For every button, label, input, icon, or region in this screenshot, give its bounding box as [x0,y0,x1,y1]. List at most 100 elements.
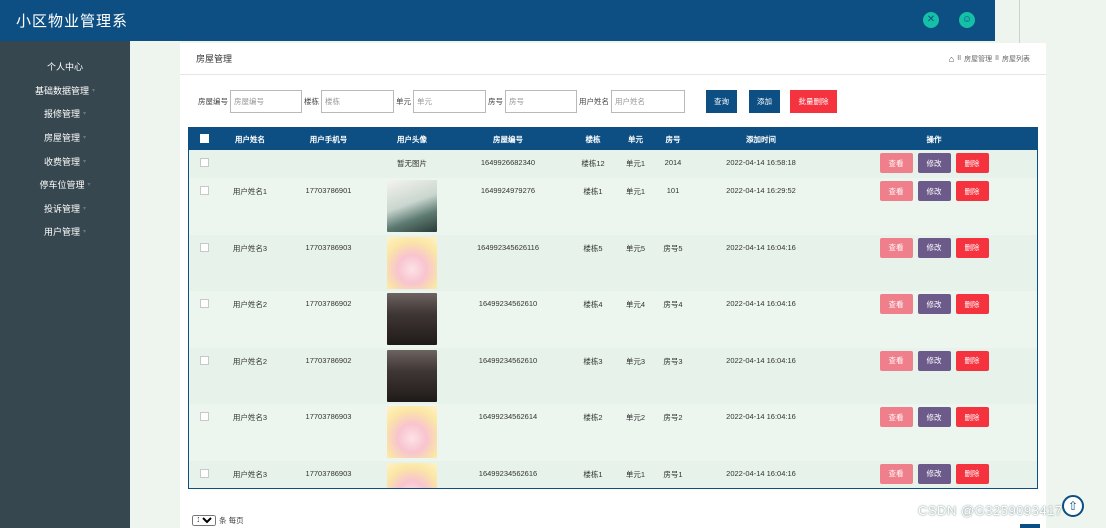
watermark: CSDN @G3259093417 [918,503,1063,518]
sidebar-item-repairs[interactable]: 报修管理 ▾ [0,102,130,126]
cell-building: 楼栋3 [583,356,603,366]
view-button[interactable]: 查看 [879,350,913,371]
edit-button[interactable]: 修改 [917,181,951,201]
unit-input[interactable] [413,90,486,113]
sidebar-item-label: 个人中心 [46,62,83,73]
cell-user-name [219,150,281,178]
row-checkbox[interactable] [199,186,209,195]
table-row[interactable]: 用户姓名2 17703786902 16499234562610 楼栋4 单元4… [189,291,1037,348]
home-icon[interactable]: ⌂ [949,54,954,64]
cell-unit: 单元3 [625,356,646,366]
breadcrumb-separator: II [995,55,999,62]
room-input[interactable] [505,90,577,113]
delete-button[interactable]: 删除 [955,463,989,484]
view-button[interactable]: 查看 [879,463,913,484]
user-name-input[interactable] [611,90,685,113]
delete-button[interactable]: 删除 [955,294,989,314]
avatar[interactable] [387,462,437,488]
edit-button[interactable]: 修改 [917,294,951,314]
cell-room: 房号1 [663,469,683,479]
sidebar-item-base-data[interactable]: 基础数据管理 ▾ [0,79,130,103]
sidebar-item-complaints[interactable]: 投诉管理 ▾ [0,197,130,221]
table-row[interactable]: 用户姓名3 17703786903 16499234562616 楼栋1 单元1… [189,461,1037,488]
house-no-input[interactable] [230,90,302,113]
row-checkbox[interactable] [199,468,209,478]
avatar[interactable] [387,236,437,289]
row-checkbox[interactable] [199,158,209,167]
row-checkbox[interactable] [199,412,209,421]
cell-building: 楼栋1 [583,187,603,196]
house-table: 用户姓名 用户手机号 用户头像 房屋编号 楼栋 单元 房号 添加时间 操作 暂无… [188,127,1038,489]
avatar[interactable] [387,406,437,458]
cell-phone: 17703786903 [305,242,352,252]
cell-user-name: 用户姓名1 [232,187,268,196]
sidebar-item-users[interactable]: 用户管理 ▾ [0,220,130,244]
view-button[interactable]: 查看 [879,153,913,173]
view-button[interactable]: 查看 [879,237,913,258]
batch-delete-button[interactable]: 批量删除 [790,90,837,113]
edit-button[interactable]: 修改 [917,237,951,258]
cell-unit: 单元2 [625,413,646,422]
cell-added-time: 2022-04-14 16:04:16 [726,468,796,478]
main-panel: 房屋管理 ⌂ II 房屋管理 II 房屋列表 房屋编号 楼栋 单元 房号 用户姓… [180,43,1046,528]
column-header: 楼栋 [585,134,601,144]
view-button[interactable]: 查看 [879,181,913,201]
sidebar-item-label: 用户管理 [43,227,80,238]
select-all-checkbox[interactable] [199,133,209,143]
sidebar-item-charges[interactable]: 收费管理 ▾ [0,149,130,173]
view-button[interactable]: 查看 [879,294,913,314]
avatar[interactable] [387,180,437,232]
delete-button[interactable]: 删除 [955,181,989,201]
cell-added-time: 2022-04-14 16:04:16 [726,412,796,421]
avatar[interactable] [387,293,437,345]
edit-button[interactable]: 修改 [917,463,951,484]
edit-button[interactable]: 修改 [917,350,951,371]
cell-user-name: 用户姓名3 [232,413,268,422]
avatar[interactable] [387,349,437,402]
page-size-select[interactable]: 10 [192,515,216,526]
cell-house-no: 164992345626116 [476,242,539,252]
cell-unit: 单元1 [625,187,646,196]
breadcrumb-item: 房屋列表 [1002,55,1030,63]
column-header: 房屋编号 [493,134,523,144]
sidebar-item-label: 收费管理 [43,156,80,167]
delete-button[interactable]: 删除 [955,237,989,258]
query-button[interactable]: 查询 [706,90,737,113]
building-input[interactable] [321,90,394,113]
delete-button[interactable]: 删除 [955,407,989,427]
sidebar-item-profile[interactable]: 个人中心 [0,55,130,79]
chevron-down-icon: ▾ [92,87,96,94]
view-button[interactable]: 查看 [879,407,913,427]
row-checkbox[interactable] [199,242,209,252]
table-row[interactable]: 用户姓名2 17703786902 16499234562610 楼栋3 单元3… [189,348,1037,405]
table-row[interactable]: 用户姓名3 17703786903 16499234562614 楼栋2 单元2… [189,404,1037,461]
column-header: 用户姓名 [235,134,265,144]
delete-button[interactable]: 删除 [955,350,989,371]
row-checkbox[interactable] [199,299,209,308]
table-row[interactable]: 暂无图片 1649926682340 楼栋12 单元1 2014 2022-04… [189,150,1037,178]
edit-button[interactable]: 修改 [917,153,951,173]
breadcrumb-item[interactable]: 房屋管理 [964,54,992,64]
breadcrumb: ⌂ II 房屋管理 II 房屋列表 [949,54,1030,64]
sidebar-item-parking[interactable]: 停车位管理 ▾ [0,173,130,197]
sidebar-item-houses[interactable]: 房屋管理 ▾ [0,126,130,150]
edit-button[interactable]: 修改 [917,407,951,427]
chevron-down-icon: ▾ [87,182,91,189]
add-button[interactable]: 添加 [749,90,780,113]
shrink-icon[interactable]: ✕ [923,12,939,28]
delete-button[interactable]: 删除 [955,153,989,173]
cell-unit: 单元5 [625,243,646,253]
table-row[interactable]: 用户姓名3 17703786903 164992345626116 楼栋5 单元… [189,235,1037,292]
back-to-top-icon[interactable]: ⇧ [1062,495,1084,517]
cell-house-no: 16499234562614 [478,412,538,421]
cell-phone: 17703786903 [305,412,352,421]
table-row[interactable]: 用户姓名1 17703786901 1649924979276 楼栋1 单元1 … [189,178,1037,235]
cell-no-image: 暂无图片 [397,159,427,168]
cell-house-no: 16499234562616 [478,468,538,478]
room-label: 房号 [488,97,503,106]
sidebar-item-label: 基础数据管理 [34,85,89,96]
cell-room: 101 [666,186,680,195]
user-icon[interactable]: ☺ [959,12,975,28]
row-checkbox[interactable] [199,355,209,365]
chevron-down-icon: ▾ [83,205,87,212]
